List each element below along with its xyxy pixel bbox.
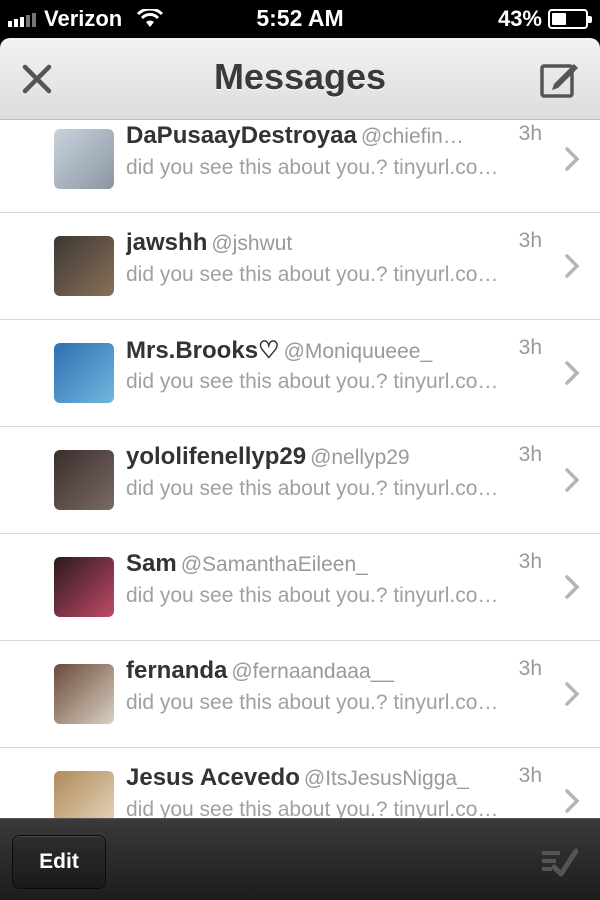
chevron-right-icon — [565, 575, 580, 599]
sender-handle: @nellyp29 — [310, 446, 410, 469]
battery-fill — [552, 13, 566, 25]
sender-name: DaPusaayDestroyaa — [126, 122, 357, 149]
message-row[interactable]: jawshh @jshwut 3h did you see this about yo… — [0, 213, 600, 320]
message-preview: did you see this about you.? tinyurl.co… — [126, 156, 499, 179]
avatar — [54, 664, 114, 724]
checkmark-list-icon[interactable] — [540, 843, 578, 881]
message-row[interactable]: DaPusaayDestroyaa @chiefin… 3h did you see … — [0, 120, 600, 213]
sender-name: Sam — [126, 550, 177, 577]
sender-line: fernanda @fernaandaaa__ — [126, 657, 506, 685]
chevron-right-icon — [565, 468, 580, 492]
message-preview: did you see this about you.? tinyurl.co… — [126, 370, 499, 393]
message-time: 3h — [518, 550, 542, 573]
message-list: DaPusaayDestroyaa @chiefin… 3h did you see … — [0, 120, 600, 818]
sender-handle: @chiefin… — [360, 125, 464, 148]
status-right: 43% — [497, 6, 592, 32]
message-time: 3h — [518, 764, 542, 787]
avatar — [54, 236, 114, 296]
message-time: 3h — [518, 122, 542, 145]
sender-line: Sam @SamanthaEileen_ — [126, 550, 506, 578]
sender-line: DaPusaayDestroyaa @chiefin… — [126, 122, 506, 150]
battery-icon — [548, 9, 592, 29]
sender-name: jawshh — [126, 229, 208, 256]
avatar — [54, 343, 114, 403]
battery-percent: 43% — [497, 6, 542, 31]
edit-button[interactable]: Edit — [12, 835, 106, 889]
compose-icon[interactable] — [538, 58, 580, 100]
sender-name: fernanda — [126, 657, 228, 684]
message-time: 3h — [518, 443, 542, 466]
status-bar: Verizon 5:52 AM 43% — [0, 0, 600, 38]
message-time: 3h — [518, 657, 542, 680]
message-row[interactable]: yololifenellyp29 @nellyp29 3h did you see t… — [0, 427, 600, 534]
chevron-right-icon — [565, 682, 580, 706]
avatar — [54, 450, 114, 510]
chevron-right-icon — [565, 361, 580, 385]
message-preview: did you see this about you.? tinyurl.co… — [126, 584, 499, 607]
sender-line: Jesus Acevedo @ItsJesusNigga_ — [126, 764, 506, 792]
sender-handle: @ItsJesusNigga_ — [303, 767, 469, 790]
chevron-right-icon — [565, 789, 580, 813]
message-row[interactable]: Mrs.Brooks♡ @Moniquueee_ 3h did you see thi… — [0, 320, 600, 427]
message-row[interactable]: fernanda @fernaandaaa__ 3h did you see this… — [0, 641, 600, 748]
sender-handle: @Moniquueee_ — [283, 340, 433, 363]
message-preview: did you see this about you.? tinyurl.co… — [126, 798, 499, 818]
message-time: 3h — [518, 336, 542, 359]
page-title: Messages — [213, 56, 387, 97]
sender-handle: @jshwut — [211, 232, 293, 255]
navigation-bar: Messages — [0, 38, 600, 120]
sender-name: yololifenellyp29 — [126, 443, 307, 470]
message-preview: did you see this about you.? tinyurl.co… — [126, 477, 499, 500]
sender-line: jawshh @jshwut — [126, 229, 506, 257]
message-time: 3h — [518, 229, 542, 252]
chevron-right-icon — [565, 147, 580, 171]
avatar — [54, 129, 114, 189]
bottom-toolbar: Edit — [0, 818, 600, 900]
avatar — [54, 771, 114, 818]
sender-line: Mrs.Brooks♡ @Moniquueee_ — [126, 336, 506, 365]
sender-name: Mrs.Brooks♡ — [126, 337, 280, 364]
message-preview: did you see this about you.? tinyurl.co… — [126, 691, 499, 714]
sender-handle: @SamanthaEileen_ — [180, 553, 368, 576]
sender-name: Jesus Acevedo — [126, 764, 300, 791]
sender-line: yololifenellyp29 @nellyp29 — [126, 443, 506, 471]
message-row[interactable]: Sam @SamanthaEileen_ 3h did you see this ab… — [0, 534, 600, 641]
message-row[interactable]: Jesus Acevedo @ItsJesusNigga_ 3h did you se… — [0, 748, 600, 818]
avatar — [54, 557, 114, 617]
message-preview: did you see this about you.? tinyurl.co… — [126, 263, 499, 286]
sender-handle: @fernaandaaa__ — [231, 660, 394, 683]
chevron-right-icon — [565, 254, 580, 278]
